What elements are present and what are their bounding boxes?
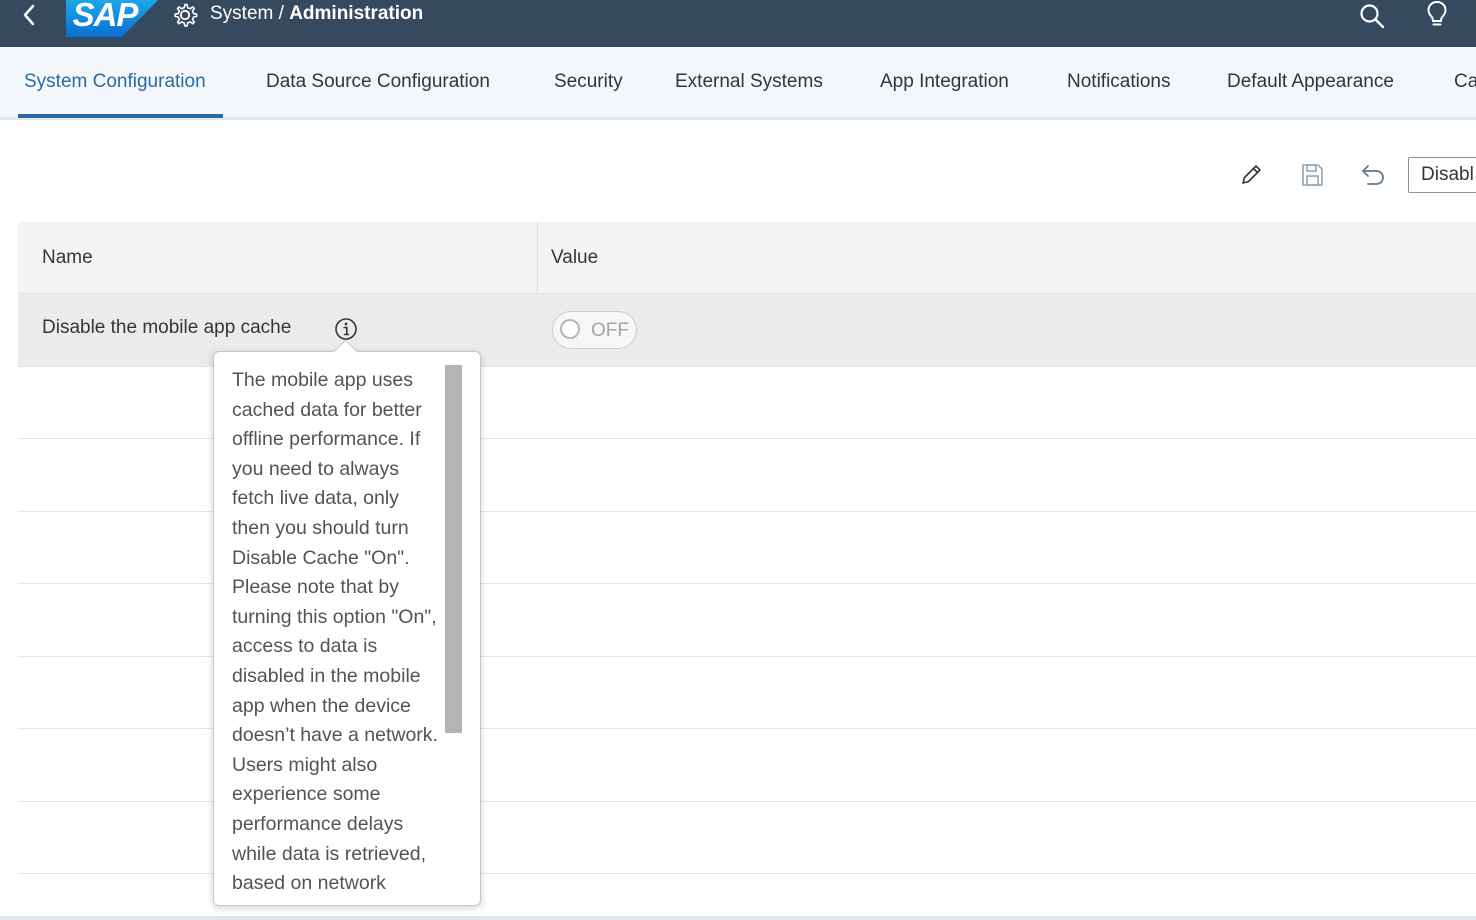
- lightbulb-icon: [1427, 0, 1447, 26]
- tab-bar: System Configuration Data Source Configu…: [0, 47, 1476, 120]
- tab-system-configuration[interactable]: System Configuration: [24, 47, 206, 117]
- search-icon: [1360, 4, 1385, 29]
- search-button[interactable]: [1358, 2, 1386, 30]
- back-button[interactable]: [14, 0, 44, 30]
- switch-state-label: OFF: [591, 320, 629, 341]
- tab-default-appearance[interactable]: Default Appearance: [1227, 47, 1394, 117]
- undo-button[interactable]: [1358, 160, 1388, 190]
- back-icon: [23, 4, 35, 26]
- bottom-border: [0, 916, 1476, 920]
- title-main: Administration: [289, 3, 424, 24]
- info-popover: The mobile app uses cached data for bett…: [213, 351, 481, 906]
- tab-security[interactable]: Security: [554, 47, 623, 117]
- notifications-button[interactable]: [1423, 0, 1451, 30]
- logo-text: SAP: [72, 0, 139, 33]
- save-button[interactable]: [1297, 160, 1327, 190]
- edit-icon: [1242, 165, 1261, 184]
- shell-bar: SAP System / Administration: [0, 0, 1476, 47]
- info-button[interactable]: [334, 317, 358, 341]
- disable-cache-switch[interactable]: OFF: [552, 311, 637, 349]
- filter-dropdown[interactable]: Disabl: [1408, 157, 1476, 193]
- gear-icon: [172, 2, 198, 28]
- save-icon: [1302, 164, 1323, 186]
- edit-button[interactable]: [1236, 160, 1266, 190]
- sap-logo[interactable]: SAP: [66, 0, 158, 37]
- tab-app-integration[interactable]: App Integration: [880, 47, 1009, 117]
- setting-name: Disable the mobile app cache: [42, 317, 292, 338]
- undo-icon: [1362, 165, 1384, 185]
- tab-overflow[interactable]: Ca: [1454, 47, 1476, 117]
- app-title: System / Administration: [210, 3, 423, 25]
- info-icon: [335, 318, 357, 340]
- column-divider: [537, 222, 538, 293]
- popover-text: The mobile app uses cached data for bett…: [232, 369, 438, 905]
- table-header: Name Value: [18, 222, 1476, 294]
- popover-scrollbar[interactable]: [445, 365, 462, 733]
- tab-notifications[interactable]: Notifications: [1067, 47, 1171, 117]
- title-prefix: System /: [210, 3, 290, 24]
- tab-external-systems[interactable]: External Systems: [675, 47, 823, 117]
- tab-data-source-configuration[interactable]: Data Source Configuration: [266, 47, 490, 117]
- switch-knob: [560, 319, 580, 339]
- column-header-value[interactable]: Value: [551, 222, 598, 293]
- active-tab-indicator: [18, 114, 223, 118]
- column-header-name[interactable]: Name: [42, 222, 93, 293]
